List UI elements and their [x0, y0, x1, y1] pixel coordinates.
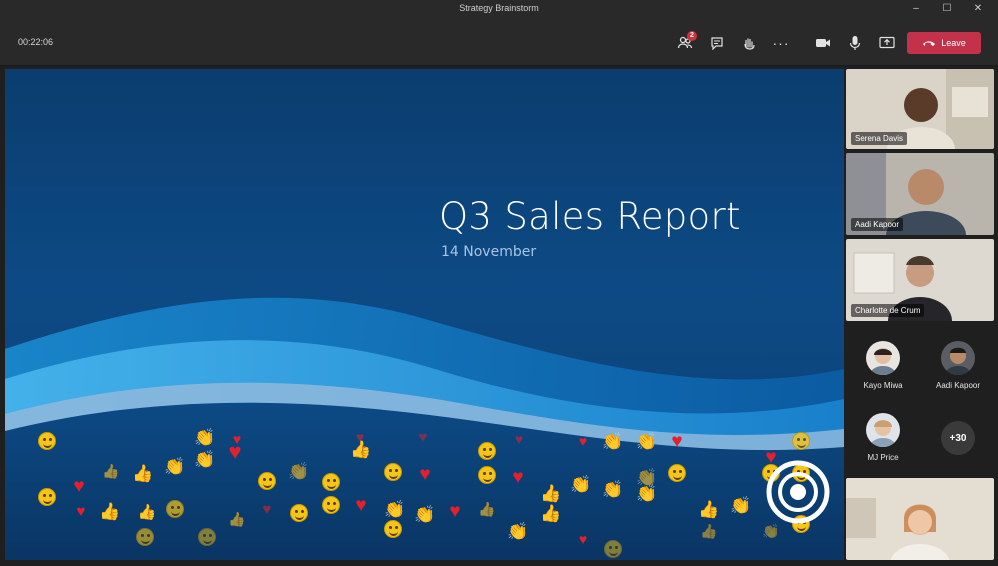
more-options-button[interactable]: ···: [768, 30, 794, 56]
heart-reaction: ♥: [514, 431, 524, 447]
avatar[interactable]: [866, 413, 900, 447]
laugh-reaction: [477, 465, 497, 485]
clap-reaction: 👏: [414, 504, 436, 524]
laugh-reaction: [321, 472, 341, 492]
clap-reaction: 👏: [194, 427, 216, 447]
thumbs-up-reaction: 👍: [99, 501, 121, 521]
phone-hangup-icon: [923, 41, 936, 46]
heart-reaction: ♥: [449, 500, 461, 522]
heart-reaction: ♥: [512, 466, 524, 488]
thumbs-up-reaction: 👍: [137, 503, 157, 521]
leave-label: Leave: [941, 38, 966, 48]
raise-hand-button[interactable]: [736, 30, 762, 56]
participant-name: Charlotte de Crum: [851, 304, 925, 317]
clap-reaction: 👏: [384, 499, 406, 519]
clap-reaction: 👏: [570, 474, 592, 494]
close-button[interactable]: ✕: [964, 0, 992, 20]
thumbs-up-reaction: 👍: [540, 503, 562, 523]
participants-button[interactable]: 2: [672, 30, 698, 56]
heart-reaction: ♥: [228, 439, 242, 464]
smile-reaction: [37, 487, 57, 507]
maximize-button[interactable]: ☐: [933, 0, 961, 20]
heart-reaction: ♥: [355, 494, 367, 516]
microphone-icon: [849, 36, 861, 50]
clap-reaction: 👏: [602, 431, 624, 451]
laugh-reaction: [135, 527, 155, 547]
chat-icon: [711, 37, 723, 50]
meeting-window: Strategy Brainstorm – ☐ ✕ 00:22:06 2 ···…: [0, 0, 998, 566]
laugh-reaction: [321, 495, 341, 515]
laugh-reaction: [257, 471, 277, 491]
laugh-reaction: [197, 527, 217, 547]
video-tile[interactable]: Aadi Kapoor: [846, 153, 994, 235]
participant-name: Serena Davis: [851, 132, 908, 145]
thumbs-up-reaction: 👍: [102, 463, 120, 479]
chat-button[interactable]: [704, 30, 730, 56]
avatar[interactable]: [941, 341, 975, 375]
thumbs-up-reaction: 👍: [540, 483, 562, 503]
heart-reaction: ♥: [578, 433, 588, 449]
heart-reaction: ♥: [76, 502, 86, 520]
avatar-name: Kayo Miwa: [863, 381, 903, 390]
clap-reaction: 👏: [507, 521, 529, 541]
laugh-reaction: [603, 539, 623, 559]
more-options-icon: ···: [772, 35, 790, 51]
avatar[interactable]: [866, 341, 900, 375]
participant-name: Aadi Kapoor: [851, 218, 904, 231]
meeting-timer: 00:22:06: [18, 37, 54, 47]
thumbs-up-reaction: 👍: [698, 499, 720, 519]
slide-wave-graphic: [5, 297, 844, 560]
thumbs-up-reaction: 👍: [350, 439, 372, 459]
clap-reaction: 👏: [636, 483, 658, 503]
laugh-reaction: [383, 462, 403, 482]
heart-reaction: ♥: [262, 500, 272, 518]
avatar-name: Aadi Kapoor: [935, 381, 981, 390]
presentation-logo: [766, 460, 830, 524]
window-title: Strategy Brainstorm: [459, 3, 539, 13]
slide-subtitle: 14 November: [441, 244, 537, 260]
clap-reaction: 👏: [164, 456, 186, 476]
more-participants-button[interactable]: +30: [941, 421, 975, 455]
meeting-toolbar: 00:22:06 2 ··· Leave: [0, 20, 998, 66]
thumbs-up-reaction: 👍: [700, 523, 718, 539]
share-screen-button[interactable]: [874, 30, 900, 56]
heart-reaction: ♥: [671, 430, 683, 452]
video-tile[interactable]: Serena Davis: [846, 69, 994, 149]
video-tile[interactable]: [846, 478, 994, 560]
minimize-button[interactable]: –: [902, 0, 930, 20]
participants-badge: 2: [687, 31, 697, 41]
clap-reaction: 👏: [194, 449, 216, 469]
microphone-button[interactable]: [842, 30, 868, 56]
clap-reaction: 👏: [636, 431, 658, 451]
slide-title: Q3 Sales Report: [439, 195, 741, 238]
camera-icon: [816, 39, 830, 47]
video-tile[interactable]: Charlotte de Crum: [846, 239, 994, 321]
share-screen-icon: [879, 36, 895, 49]
thumbs-up-reaction: 👍: [478, 501, 496, 517]
heart-reaction: ♥: [578, 531, 588, 547]
clap-reaction: 👏: [730, 495, 752, 515]
laugh-reaction: [383, 519, 403, 539]
heart-reaction: ♥: [73, 475, 85, 497]
participants-panel: Serena Davis Aadi Kapoor Charlotte de Cr…: [846, 69, 994, 560]
leave-button[interactable]: Leave: [907, 32, 981, 54]
laugh-reaction: [289, 503, 309, 523]
laugh-reaction: [791, 431, 811, 451]
camera-button[interactable]: [810, 30, 836, 56]
clap-reaction: 👏: [288, 461, 310, 481]
thumbs-up-reaction: 👍: [228, 511, 246, 527]
laugh-reaction: [37, 431, 57, 451]
heart-reaction: ♥: [419, 463, 431, 485]
title-bar: Strategy Brainstorm – ☐ ✕: [0, 0, 998, 20]
laugh-reaction: [667, 463, 687, 483]
laugh-reaction: [477, 441, 497, 461]
shared-presentation: Q3 Sales Report 14 November ♥ ♥ 👍 👍 👍 👍 …: [5, 69, 844, 560]
heart-reaction: ♥: [418, 428, 428, 446]
clap-reaction: 👏: [602, 479, 624, 499]
thumbs-up-reaction: 👍: [132, 463, 154, 483]
laugh-reaction: [165, 499, 185, 519]
participant-video: [846, 478, 994, 560]
raise-hand-icon: [744, 38, 755, 50]
avatar-name: MJ Price: [867, 453, 899, 462]
